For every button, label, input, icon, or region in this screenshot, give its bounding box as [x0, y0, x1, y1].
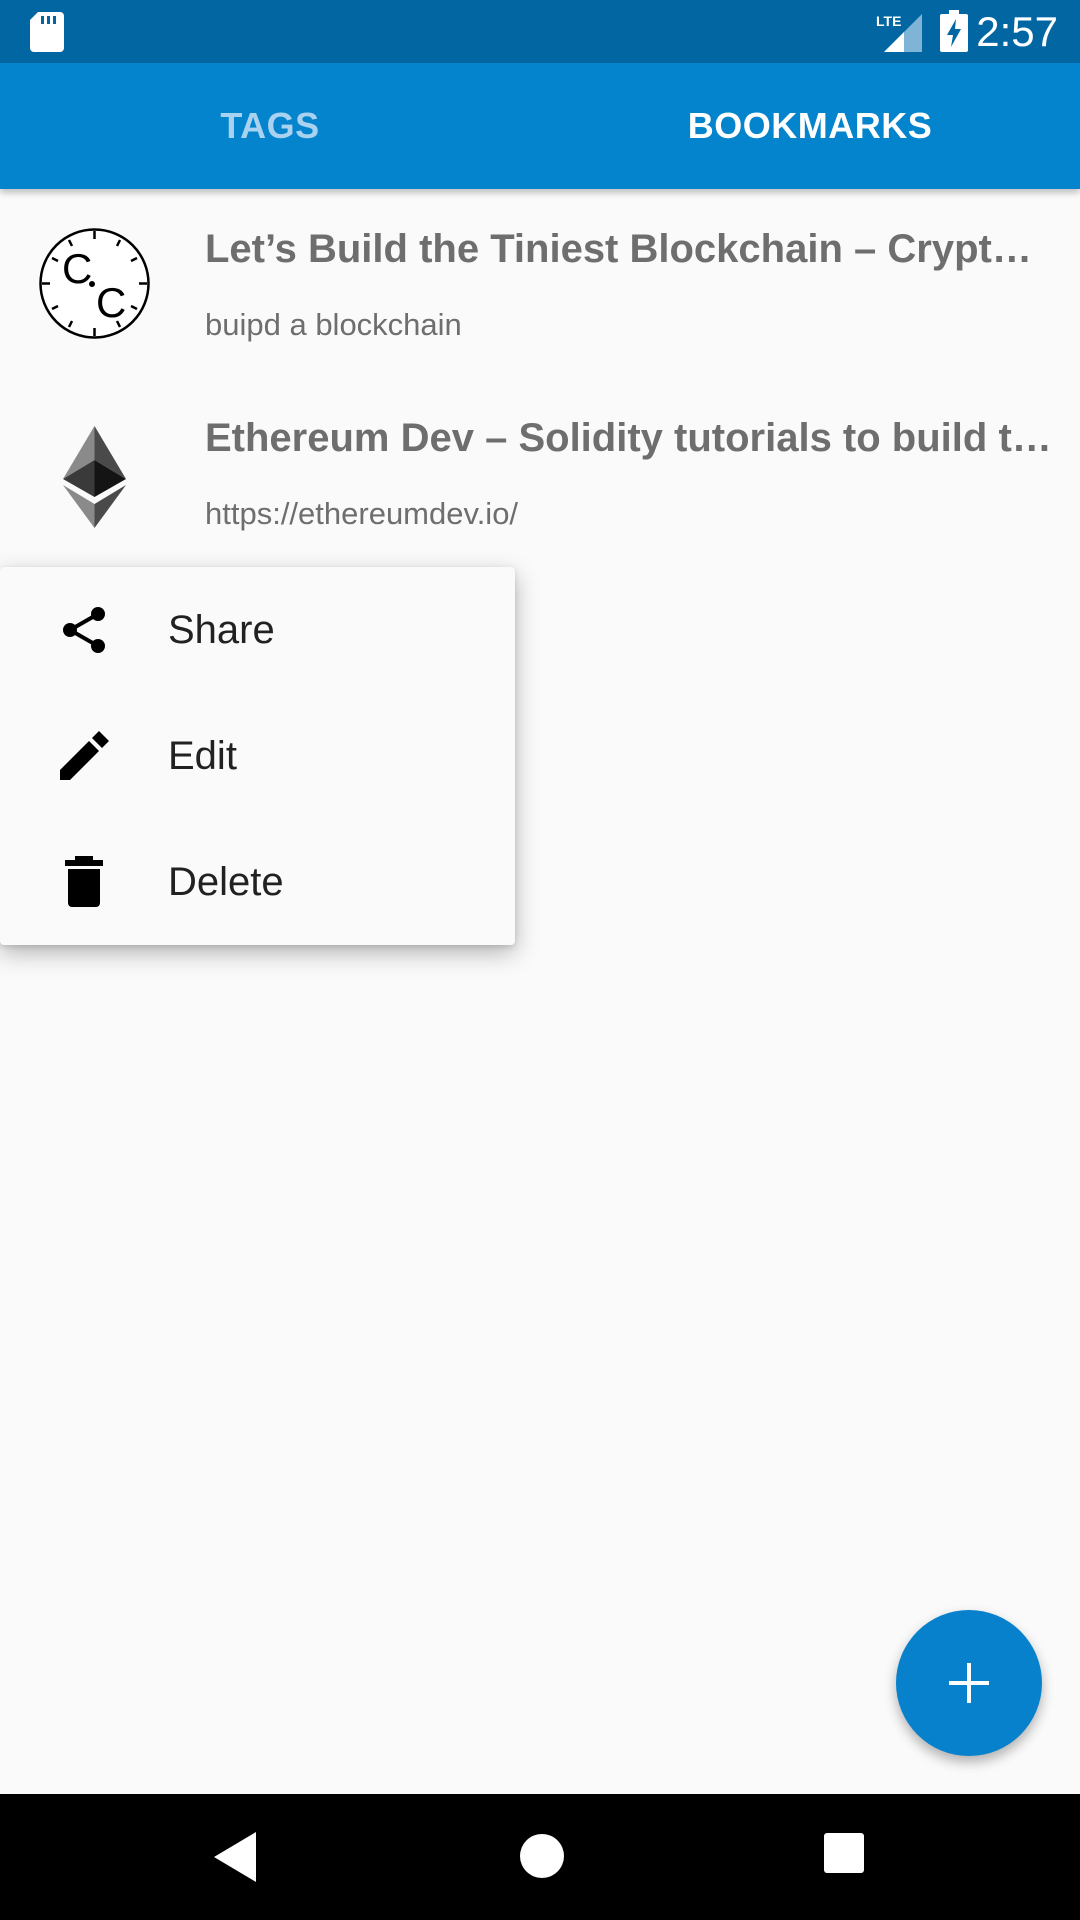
bookmark-list: C C Let’s Build the Tiniest Blockchain –… [0, 189, 1080, 567]
list-item[interactable]: Ethereum Dev – Solidity tutorials to bui… [0, 378, 1080, 567]
bookmark-title: Ethereum Dev – Solidity tutorials to bui… [205, 416, 1055, 460]
tab-tags[interactable]: TAGS [0, 63, 540, 189]
status-bar: LTE 2:57 [0, 0, 1080, 63]
svg-text:C: C [62, 245, 92, 292]
recents-icon[interactable] [822, 1831, 866, 1875]
home-icon[interactable] [516, 1830, 568, 1882]
pencil-icon [60, 731, 109, 780]
menu-item-delete[interactable]: Delete [0, 819, 515, 945]
menu-label-share: Share [168, 607, 275, 652]
share-icon [63, 607, 105, 653]
bookmark-title: Let’s Build the Tiniest Blockchain – Cry… [205, 227, 1055, 271]
context-menu: Share Edit Delete [0, 567, 515, 945]
plus-icon [949, 1663, 989, 1703]
list-item[interactable]: C C Let’s Build the Tiniest Blockchain –… [0, 189, 1080, 378]
menu-item-edit[interactable]: Edit [0, 693, 515, 819]
back-icon[interactable] [212, 1830, 258, 1884]
tab-bookmarks[interactable]: BOOKMARKS [540, 63, 1080, 189]
menu-label-delete: Delete [168, 859, 284, 904]
network-type-label: LTE [876, 13, 901, 29]
bookmark-subtitle: buipd a blockchain [205, 307, 462, 342]
add-bookmark-button[interactable] [896, 1610, 1042, 1756]
tab-bar: TAGS BOOKMARKS [0, 63, 1080, 189]
svg-text:C: C [96, 279, 126, 326]
status-time: 2:57 [976, 8, 1058, 55]
lte-signal-icon: LTE [876, 13, 922, 52]
menu-label-edit: Edit [168, 733, 237, 778]
navigation-bar [0, 1794, 1080, 1920]
clock-favicon-icon: C C [39, 228, 150, 339]
battery-charging-icon [940, 10, 968, 52]
trash-icon [65, 856, 103, 907]
sd-card-icon [30, 12, 64, 52]
bookmark-subtitle: https://ethereumdev.io/ [205, 496, 519, 531]
ethereum-icon [63, 426, 126, 528]
menu-item-share[interactable]: Share [0, 567, 515, 693]
